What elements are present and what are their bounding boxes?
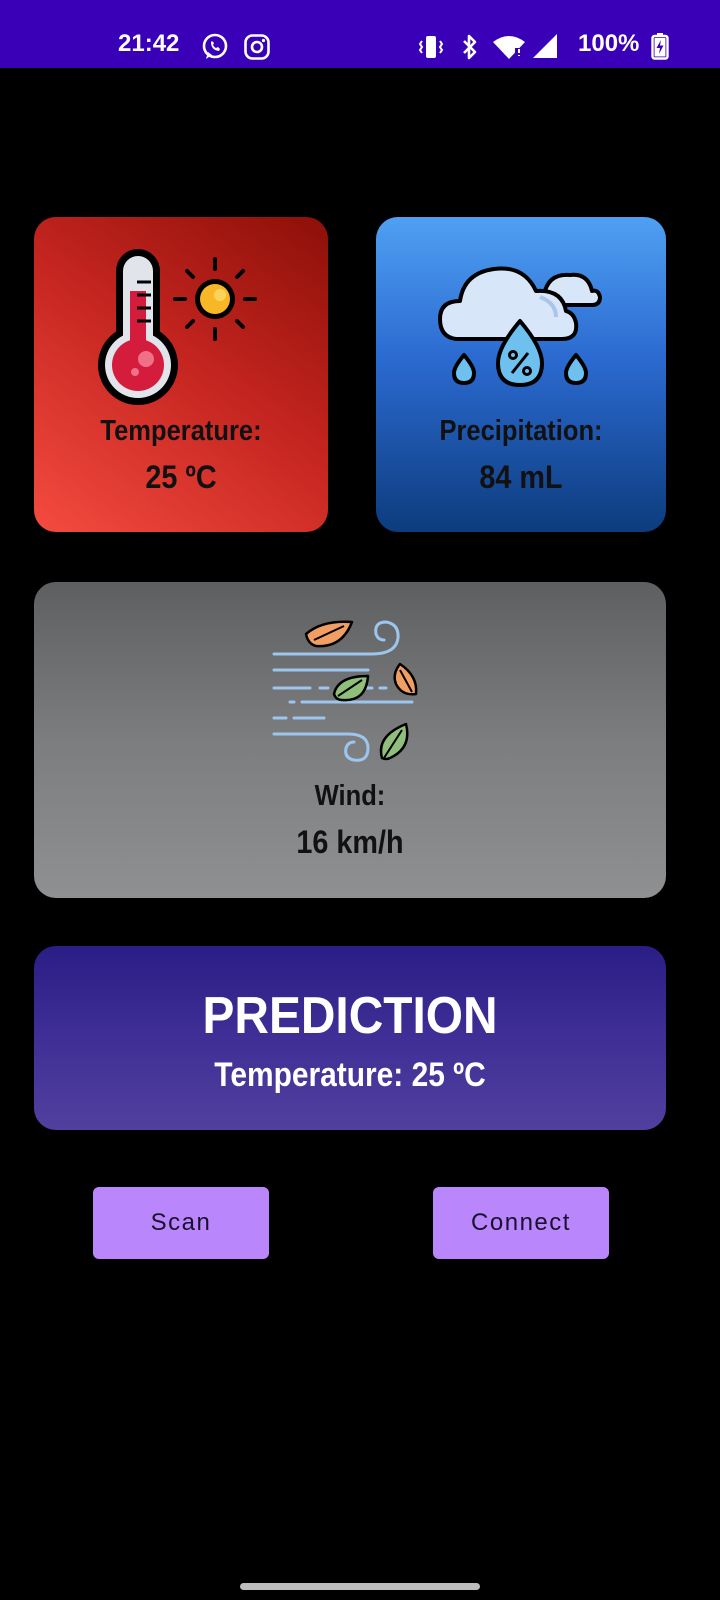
prediction-card: PREDICTION Temperature: 25 ºC [34, 946, 666, 1130]
status-time: 21:42 [118, 30, 180, 57]
cloud-humidity-icon [438, 266, 602, 387]
bluetooth-icon [463, 34, 477, 60]
vibrate-icon [418, 36, 444, 58]
scan-button[interactable]: Scan [93, 1187, 269, 1259]
status-bar: 21:42 100% [0, 0, 720, 68]
instagram-icon [244, 34, 270, 60]
signal-icon [533, 34, 557, 58]
prediction-value: Temperature: 25 ºC [214, 1056, 486, 1094]
whatsapp-icon [202, 33, 228, 59]
home-indicator[interactable] [240, 1583, 480, 1590]
battery-percentage: 100% [578, 30, 640, 57]
wifi-icon [493, 36, 525, 59]
temperature-value: 25 ºC [145, 459, 217, 495]
wind-value: 16 km/h [296, 824, 404, 860]
precipitation-card: Precipitation: 84 mL [376, 217, 666, 532]
thermometer-sun-icon [98, 249, 257, 405]
temperature-label: Temperature: [100, 415, 262, 447]
precipitation-label: Precipitation: [439, 415, 603, 447]
wind-card: Wind: 16 km/h [34, 582, 666, 898]
battery-charging-icon [651, 33, 669, 60]
wind-leaves-icon [272, 620, 418, 762]
precipitation-value: 84 mL [479, 459, 563, 495]
prediction-title: PREDICTION [202, 987, 498, 1045]
wind-label: Wind: [314, 780, 386, 812]
connect-button[interactable]: Connect [433, 1187, 609, 1259]
temperature-card: Temperature: 25 ºC [34, 217, 328, 532]
